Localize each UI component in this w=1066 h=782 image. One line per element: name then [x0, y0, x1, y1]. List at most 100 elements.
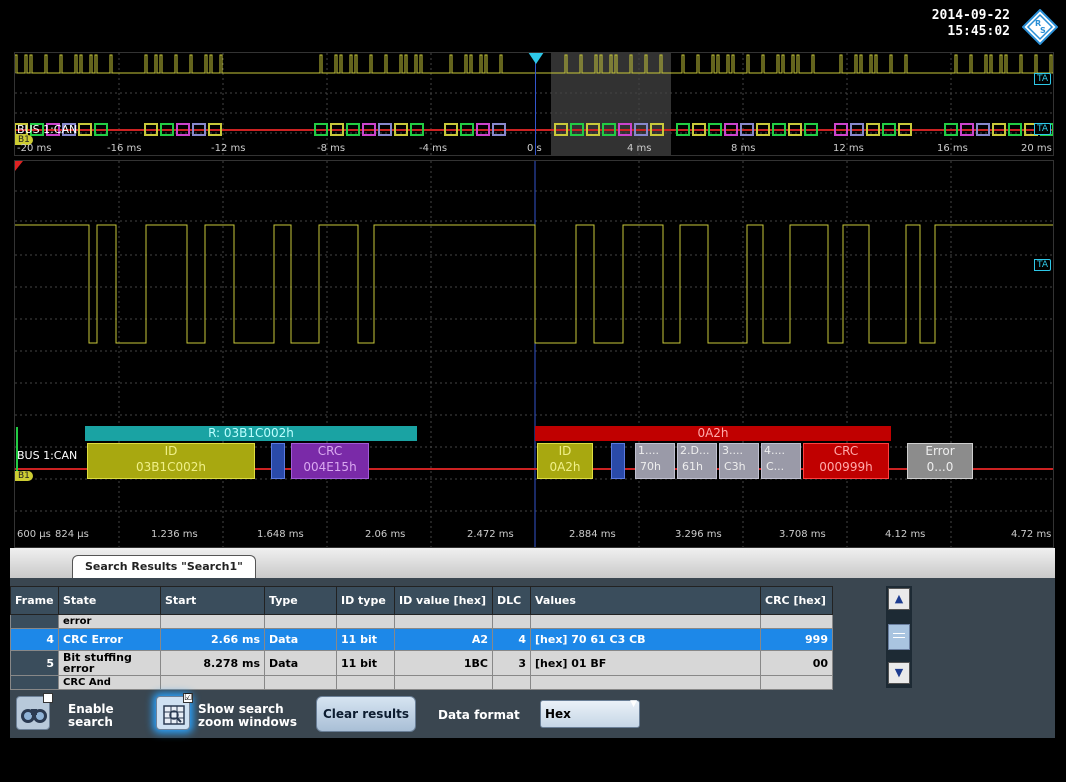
- frame-2-dlc-field: [611, 443, 625, 479]
- frame-2-id-field[interactable]: ID 0A2h: [537, 443, 593, 479]
- main-tick: 4.72 ms: [1011, 529, 1052, 540]
- frame-1-id-value: 03B1C002h: [135, 460, 207, 474]
- time-text: 15:45:02: [947, 24, 1010, 39]
- column-header-values[interactable]: Values: [530, 586, 761, 615]
- enable-search-button[interactable]: [16, 693, 53, 730]
- frame-1-crc-value: 004E15h: [303, 460, 357, 474]
- search-toolbar: Enable search ☑ Show search zoom windows…: [10, 688, 1055, 738]
- main-tick: 1.648 ms: [257, 529, 304, 540]
- frame-1-dlc-field: [271, 443, 285, 479]
- frame-2-data-3-label: 3....: [722, 444, 743, 457]
- main-b1-tag: B1: [15, 471, 33, 481]
- main-grid: [15, 161, 1053, 547]
- overview-tick: -16 ms: [107, 143, 142, 154]
- frame-2-error-field[interactable]: Error 0...0: [907, 443, 973, 479]
- overview-tick: 8 ms: [731, 143, 756, 154]
- main-tick: 2.884 ms: [569, 529, 616, 540]
- frame-1-crc-label: CRC: [317, 444, 343, 458]
- cell-type: Data: [264, 650, 337, 676]
- show-zoom-windows-checkbox[interactable]: ☑: [183, 693, 193, 703]
- table-row[interactable]: 5 Bit stuffing error 8.278 ms Data 11 bi…: [10, 650, 833, 676]
- scroll-up-icon[interactable]: ▲: [888, 588, 910, 610]
- frame-2-data-2-label: 2.D...: [680, 444, 710, 457]
- overview-waveform[interactable]: BUS 1:CAN B1 TA TA -20 ms -16 ms -12 ms …: [14, 52, 1054, 156]
- rohde-schwarz-logo-icon: R S: [1022, 9, 1058, 45]
- frame-2-error-value: 0...0: [926, 460, 954, 474]
- overview-tick: -12 ms: [211, 143, 246, 154]
- enable-search-checkbox[interactable]: [43, 693, 53, 703]
- column-header-crc[interactable]: CRC [hex]: [760, 586, 833, 615]
- frame-2-id-label: ID: [558, 444, 572, 458]
- overview-ta-tag: TA: [1034, 73, 1051, 85]
- column-header-start[interactable]: Start: [160, 586, 265, 615]
- frame-2-data-4-label: 4....: [764, 444, 785, 457]
- frame-2-id-value: 0A2h: [549, 460, 581, 474]
- cell-frame: 5: [10, 650, 59, 676]
- search-results-table: Frame State Start Type ID type ID value …: [10, 586, 833, 690]
- frame-2-crc-field[interactable]: CRC 000999h: [803, 443, 889, 479]
- scroll-down-icon[interactable]: ▼: [888, 662, 910, 684]
- cell-id-type: 11 bit: [336, 650, 395, 676]
- main-trigger-flag-icon: [15, 161, 23, 171]
- scroll-thumb[interactable]: [888, 624, 910, 650]
- decoded-frame-2[interactable]: 0A2h ID 0A2h 1.... 70h 2.D... 61h 3.... …: [535, 426, 975, 482]
- main-tick: 3.708 ms: [779, 529, 826, 540]
- trigger-marker-icon[interactable]: [528, 53, 544, 64]
- show-zoom-windows-label: Show search zoom windows: [198, 703, 297, 729]
- frame-2-error-label: Error: [925, 444, 955, 458]
- main-tick: 3.296 ms: [675, 529, 722, 540]
- frame-1-id-field[interactable]: ID 03B1C002h: [87, 443, 255, 479]
- date-text: 2014-09-22: [931, 8, 1010, 23]
- show-zoom-label-line2: zoom windows: [198, 715, 297, 729]
- data-format-label: Data format: [438, 708, 520, 722]
- overview-tick: -20 ms: [17, 143, 52, 154]
- frame-2-data-3[interactable]: 3.... C3h: [719, 443, 759, 479]
- cell-dlc: 3: [492, 650, 531, 676]
- overview-ta-tag-bus: TA: [1034, 123, 1051, 135]
- svg-text:S: S: [1040, 26, 1046, 35]
- search-results-tab[interactable]: Search Results "Search1": [72, 555, 256, 578]
- dropdown-arrow-icon: ▼: [630, 699, 637, 709]
- overview-tick: 0 s: [527, 143, 542, 154]
- overview-tick: -8 ms: [317, 143, 346, 154]
- frame-2-data-2[interactable]: 2.D... 61h: [677, 443, 717, 479]
- column-header-type[interactable]: Type: [264, 586, 337, 615]
- decoded-frame-1[interactable]: R: 03B1C002h ID 03B1C002h CRC 004E15h: [85, 426, 417, 482]
- column-header-frame[interactable]: Frame: [10, 586, 59, 615]
- main-tick: 4.12 ms: [885, 529, 926, 540]
- data-format-select[interactable]: Hex ▼: [540, 699, 640, 728]
- frame-2-data-3-value: C3h: [724, 460, 746, 473]
- overview-tick: 4 ms: [627, 143, 652, 154]
- frame-2-data-1[interactable]: 1.... 70h: [635, 443, 675, 479]
- frame-2-data-4[interactable]: 4.... C...: [761, 443, 801, 479]
- cell-start: 8.278 ms: [160, 650, 265, 676]
- table-row[interactable]: error: [10, 614, 833, 629]
- main-tick: 2.472 ms: [467, 529, 514, 540]
- column-header-dlc[interactable]: DLC: [492, 586, 531, 615]
- cell-start: 2.66 ms: [160, 628, 265, 651]
- cell-id-value: A2: [394, 628, 493, 651]
- column-header-id-value[interactable]: ID value [hex]: [394, 586, 493, 615]
- clear-results-button[interactable]: Clear results: [316, 696, 416, 732]
- cell-frame: 4: [10, 628, 59, 651]
- enable-search-label-line2: search: [68, 715, 113, 729]
- datetime: 2014-09-22 15:45:02: [932, 8, 1010, 40]
- show-zoom-windows-button[interactable]: ☑: [156, 693, 193, 730]
- results-tabbar: Search Results "Search1": [10, 548, 1055, 578]
- frame-2-data-4-value: C...: [766, 460, 785, 473]
- column-header-id-type[interactable]: ID type: [336, 586, 395, 615]
- cell-id-value: 1BC: [394, 650, 493, 676]
- frame-2-data-1-label: 1....: [638, 444, 659, 457]
- frame-2-data-2-value: 61h: [682, 460, 703, 473]
- cell-values: [hex] 01 BF: [530, 650, 761, 676]
- overview-tick: 12 ms: [833, 143, 864, 154]
- main-waveform[interactable]: R: 03B1C002h ID 03B1C002h CRC 004E15h 0A…: [14, 160, 1054, 548]
- table-row-selected[interactable]: 4 CRC Error 2.66 ms Data 11 bit A2 4 [he…: [10, 628, 833, 651]
- search-results-panel: Search Results "Search1" Frame State Sta…: [10, 548, 1055, 738]
- column-header-state[interactable]: State: [58, 586, 161, 615]
- cell-type: Data: [264, 628, 337, 651]
- cell-state: Bit stuffing error: [58, 650, 161, 676]
- results-scrollbar[interactable]: ▲ ▼: [886, 586, 912, 688]
- main-tick: 2.06 ms: [365, 529, 406, 540]
- frame-1-crc-field[interactable]: CRC 004E15h: [291, 443, 369, 479]
